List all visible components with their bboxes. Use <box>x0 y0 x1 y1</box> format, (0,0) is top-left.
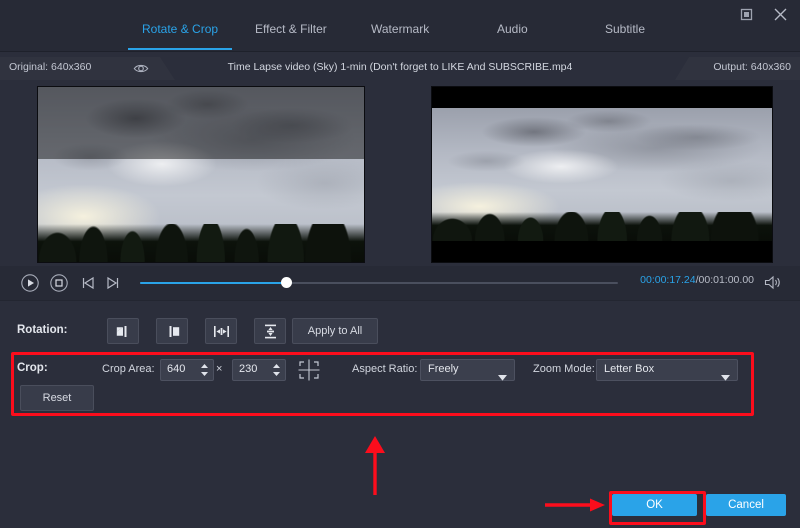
cancel-label: Cancel <box>728 499 764 511</box>
crop-width-stepper[interactable]: 640 <box>160 359 214 381</box>
reset-label: Reset <box>43 392 72 404</box>
crop-width-spinner-arrows[interactable] <box>200 361 209 379</box>
rotate-right-icon[interactable] <box>156 318 188 344</box>
output-resolution-chip: Output: 640x360 <box>675 57 800 80</box>
tab-label: Audio <box>497 22 528 36</box>
close-icon[interactable] <box>770 4 790 24</box>
crop-area-label: Crop Area: <box>102 363 155 375</box>
aspect-ratio-select[interactable]: Freely <box>420 359 515 381</box>
ok-label: OK <box>646 499 663 511</box>
cancel-button[interactable]: Cancel <box>706 494 786 516</box>
crop-height-stepper[interactable]: 230 <box>232 359 286 381</box>
flip-horizontal-icon[interactable] <box>205 318 237 344</box>
title-bar-divider <box>0 51 800 52</box>
tab-audio[interactable]: Audio <box>497 22 528 44</box>
next-frame-icon[interactable] <box>103 273 123 293</box>
current-time-label: 00:00:17.24 <box>640 274 695 286</box>
flip-vertical-icon[interactable] <box>254 318 286 344</box>
aspect-ratio-label: Aspect Ratio: <box>352 363 417 375</box>
apply-to-all-label: Apply to All <box>308 325 362 337</box>
zoom-mode-value: Letter Box <box>604 363 654 375</box>
aspect-ratio-value: Freely <box>428 363 459 375</box>
tab-active-underline <box>128 48 232 50</box>
zoom-mode-select[interactable]: Letter Box <box>596 359 738 381</box>
output-resolution-label: Output: 640x360 <box>713 61 791 73</box>
treeline-layer <box>432 212 772 241</box>
crop-height-value: 230 <box>239 363 257 375</box>
tab-label: Watermark <box>371 22 429 36</box>
preview-stage <box>0 80 800 266</box>
treeline-layer <box>38 224 364 263</box>
tab-label: Rotate & Crop <box>142 22 218 36</box>
filename-label: Time Lapse video (Sky) 1-min (Don't forg… <box>0 61 800 73</box>
play-icon[interactable] <box>20 273 40 293</box>
tab-label: Effect & Filter <box>255 22 327 36</box>
rotate-left-icon[interactable] <box>107 318 139 344</box>
crop-dim-overlay <box>38 87 364 159</box>
title-bar: Rotate & Crop Effect & Filter Watermark … <box>0 0 800 52</box>
total-time-label: /00:01:00.00 <box>696 274 754 286</box>
chevron-down-icon <box>498 368 507 386</box>
crop-position-icon[interactable] <box>296 358 322 382</box>
previous-frame-icon[interactable] <box>78 273 98 293</box>
panel-top-divider <box>0 300 800 301</box>
maximize-icon[interactable] <box>736 4 756 24</box>
crop-dimension-separator: × <box>216 363 222 375</box>
crop-height-spinner-arrows[interactable] <box>272 361 281 379</box>
output-preview[interactable] <box>431 86 773 263</box>
tab-label: Subtitle <box>605 22 645 36</box>
chevron-down-icon <box>721 368 730 386</box>
slider-fill <box>140 282 288 284</box>
ok-button[interactable]: OK <box>612 494 697 516</box>
letterbox-bar-bottom <box>432 241 772 262</box>
stop-icon[interactable] <box>49 273 69 293</box>
crop-label: Crop: <box>17 362 48 374</box>
tab-effect-filter[interactable]: Effect & Filter <box>255 22 327 44</box>
original-preview[interactable] <box>37 86 365 263</box>
volume-icon[interactable] <box>764 274 782 291</box>
reset-button[interactable]: Reset <box>20 385 94 411</box>
tab-watermark[interactable]: Watermark <box>371 22 429 44</box>
playback-bar: 00:00:17.24/00:01:00.00 <box>0 266 800 300</box>
rotation-label: Rotation: <box>17 324 67 336</box>
tab-rotate-crop[interactable]: Rotate & Crop <box>142 22 218 44</box>
video-frame-output <box>432 108 772 241</box>
tab-bar: Rotate & Crop Effect & Filter Watermark … <box>0 22 800 52</box>
letterbox-bar-top <box>432 87 772 108</box>
apply-to-all-button[interactable]: Apply to All <box>292 318 378 344</box>
zoom-mode-label: Zoom Mode: <box>533 363 595 375</box>
video-converter-edit-dialog: Rotate & Crop Effect & Filter Watermark … <box>0 0 800 528</box>
window-controls <box>736 4 790 24</box>
info-strip: Original: 640x360 Time Lapse video (Sky)… <box>0 57 800 80</box>
timecode-display: 00:00:17.24/00:01:00.00 <box>640 274 754 286</box>
tab-subtitle[interactable]: Subtitle <box>605 22 645 44</box>
playback-slider[interactable] <box>140 281 618 285</box>
slider-handle[interactable] <box>281 277 292 288</box>
crop-width-value: 640 <box>167 363 185 375</box>
